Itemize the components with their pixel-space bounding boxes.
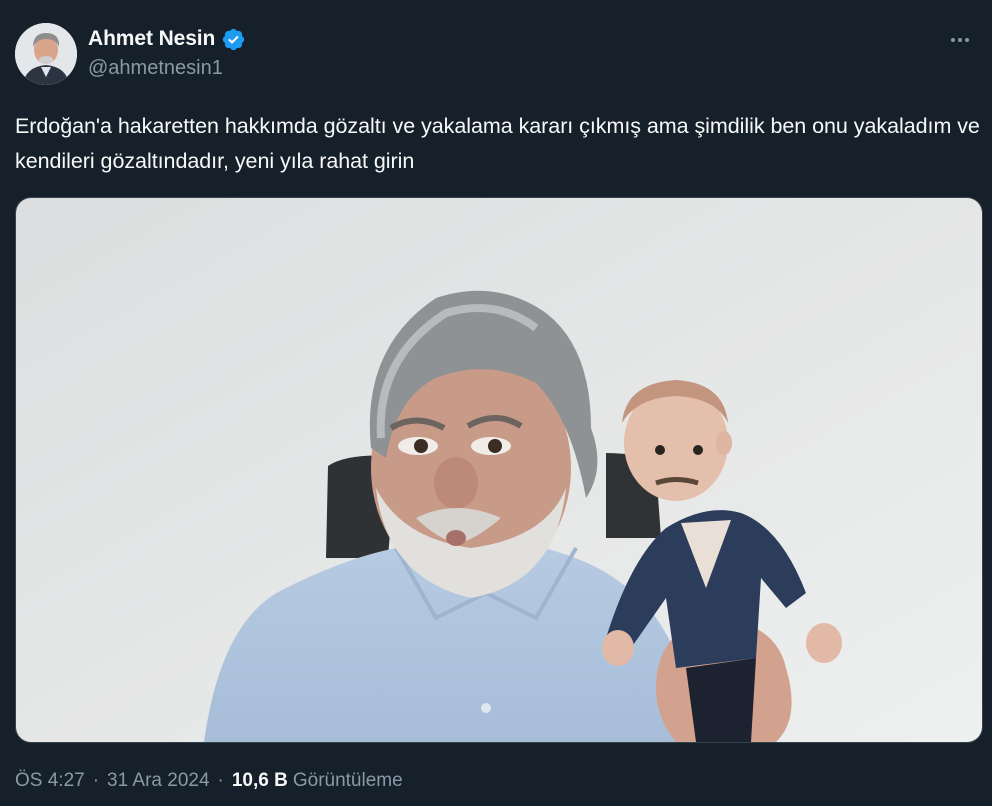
more-horizontal-icon[interactable] (942, 25, 978, 55)
author-avatar[interactable] (15, 23, 77, 85)
display-name-row: Ahmet Nesin (88, 25, 246, 53)
avatar-image (15, 23, 77, 85)
photo-man-with-crochet-doll (16, 198, 982, 742)
author-handle[interactable]: @ahmetnesin1 (88, 57, 246, 80)
tweet-time[interactable]: ÖS 4:27 (15, 770, 85, 792)
author-names: Ahmet Nesin @ahmetnesin1 (88, 25, 246, 80)
tweet-photo[interactable] (15, 197, 983, 743)
author-display-name[interactable]: Ahmet Nesin (88, 27, 215, 51)
meta-separator: · (92, 770, 100, 791)
views-label[interactable]: Görüntüleme (293, 770, 403, 792)
views-count[interactable]: 10,6 B (232, 770, 288, 792)
tweet-text: Erdoğan'a hakaretten hakkımda gözaltı ve… (15, 114, 980, 173)
tweet-meta: ÖS 4:27 · 31 Ara 2024 · 10,6 B Görüntüle… (15, 768, 403, 794)
tweet-header: Ahmet Nesin @ahmetnesin1 (15, 23, 978, 85)
meta-separator: · (217, 770, 224, 791)
tweet-date[interactable]: 31 Ara 2024 (107, 770, 209, 792)
tweet-card: Ahmet Nesin @ahmetnesin1 Erdoğan'a hakar… (0, 0, 992, 806)
verified-badge-icon (223, 28, 245, 50)
